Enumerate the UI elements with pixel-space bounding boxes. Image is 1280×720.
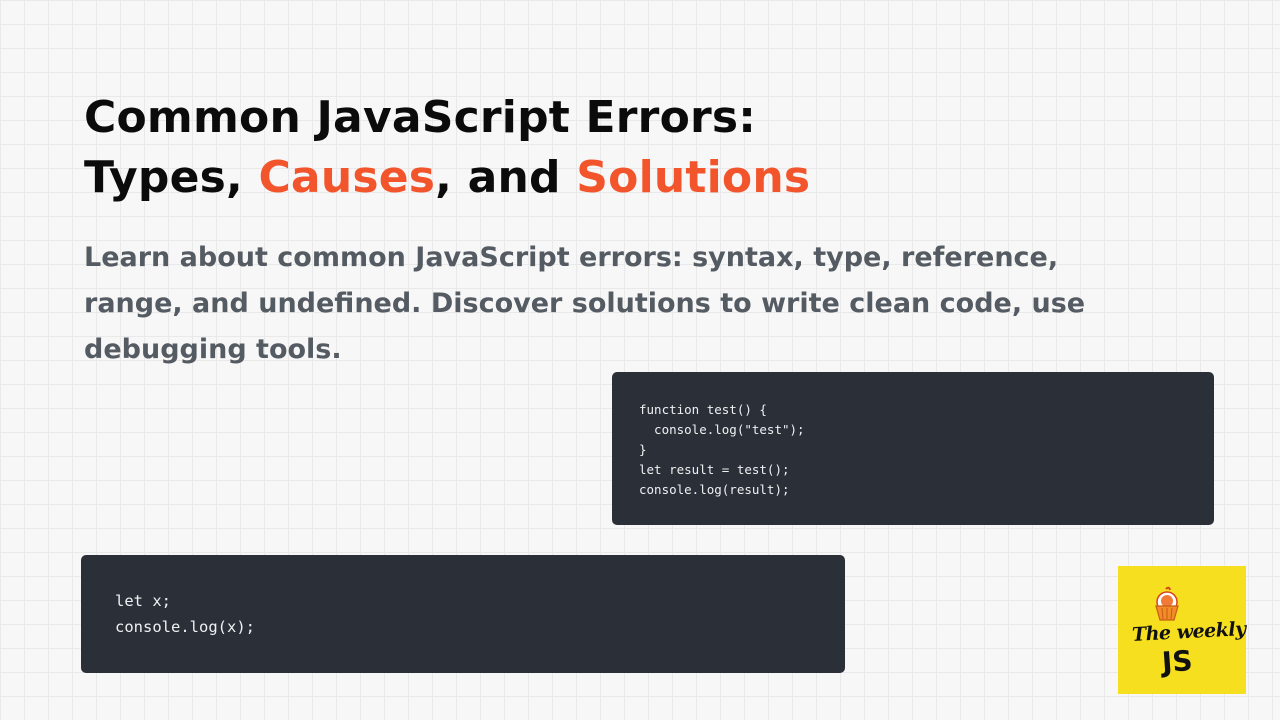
title-line-1: Common JavaScript Errors: [84, 92, 757, 143]
title-accent-solutions: Solutions [576, 152, 811, 203]
cupcake-icon [1155, 586, 1179, 621]
description-line-3: debugging tools. [84, 334, 342, 365]
title-types-text: Types, [84, 152, 259, 203]
code-text-function-example: function test() { console.log("test"); }… [639, 402, 805, 497]
logo-text-js: JS [1160, 643, 1194, 680]
title-accent-causes: Causes [258, 152, 436, 203]
title-line-2: Types, Causes, and Solutions [84, 148, 1084, 208]
page-title: Common JavaScript Errors: Types, Causes,… [84, 88, 1084, 208]
description-line-1: Learn about common JavaScript errors: sy… [84, 242, 1059, 273]
description-line-2: range, and undefined. Discover solutions… [84, 288, 1086, 319]
page-description: Learn about common JavaScript errors: sy… [84, 235, 1086, 373]
the-weekly-js-logo: The weekly JS [1118, 566, 1246, 694]
code-block-function-example: function test() { console.log("test"); }… [612, 372, 1214, 525]
code-text-undefined-example: let x; console.log(x); [115, 592, 255, 636]
title-and-text: , and [435, 152, 577, 203]
code-block-undefined-example: let x; console.log(x); [81, 555, 845, 673]
logo-text-the-weekly: The weekly [1131, 618, 1247, 646]
